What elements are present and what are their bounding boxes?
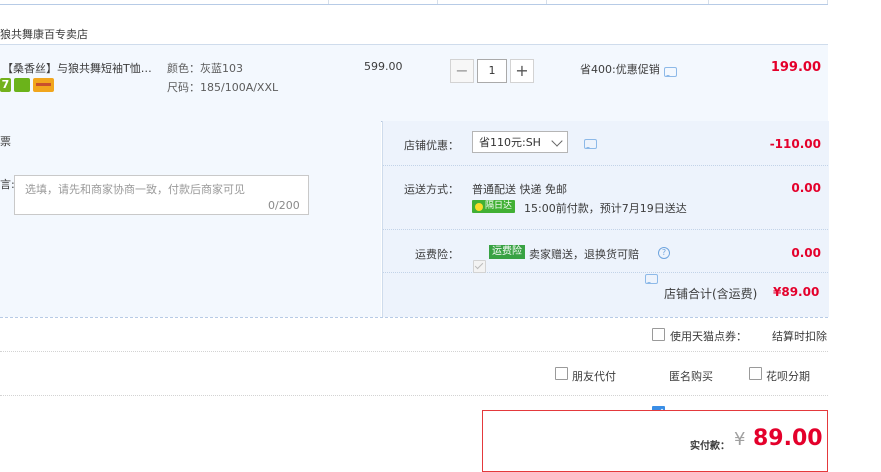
insurance-text: 卖家赠送，退换货可赔 [529, 248, 639, 261]
shipping-label: 运送方式： [404, 183, 459, 196]
store-name[interactable]: 狼共舞康百专卖店 [0, 26, 88, 42]
order-item-row [0, 44, 828, 122]
item-title[interactable]: 【桑香丝】与狼共舞短袖T恤男... [2, 60, 160, 76]
store-discount-value: 省110元:SH [479, 136, 541, 149]
huabei-label: 花呗分期 [766, 370, 810, 383]
message-label: 言: [0, 178, 15, 191]
store-total-value: ¥89.00 [773, 285, 820, 299]
credit-card-icon[interactable] [33, 78, 54, 92]
message-placeholder: 选填，请先和商家协商一致，付款后商家可见 [25, 183, 245, 196]
chat-icon[interactable] [645, 274, 658, 284]
divider [0, 395, 828, 396]
store-discount-select[interactable]: 省110元:SH [472, 131, 568, 153]
lightning-icon [475, 202, 483, 211]
store-total-label: 店铺合计(含运费) [664, 287, 758, 301]
shipping-methods: 普通配送 快递 免邮 [472, 183, 567, 196]
message-counter: 0/200 [268, 199, 300, 212]
quantity-stepper: − 1 + [450, 59, 534, 83]
friend-pay-checkbox[interactable] [555, 367, 568, 380]
qty-plus-button[interactable]: + [510, 59, 534, 83]
qty-minus-button[interactable]: − [450, 59, 474, 83]
insurance-checkbox[interactable] [473, 260, 486, 273]
divider [383, 272, 828, 273]
insurance-amount: 0.00 [791, 246, 821, 260]
store-discount-amount: -110.00 [769, 137, 821, 151]
column-header-strip [0, 0, 828, 5]
invoice-label: 票 [0, 135, 11, 148]
anonymous-label: 匿名购买 [669, 370, 713, 383]
divider [0, 351, 828, 352]
insurance-badge: 运费险 [489, 245, 525, 259]
divider [383, 165, 828, 166]
chat-icon[interactable] [584, 139, 597, 149]
unit-price: 599.00 [364, 60, 403, 73]
friend-pay-label: 朋友代付 [572, 370, 616, 383]
tmall-points-label: 使用天猫点券： [670, 330, 747, 343]
chevron-down-icon [551, 135, 563, 147]
shipping-eta: 15:00前付款，预计7月19日送达 [524, 202, 687, 215]
settle-deduct-text: 结算时扣除 [772, 330, 827, 343]
promo-text: 省400:优惠促销 [580, 63, 660, 76]
store-discount-label: 店铺优惠： [404, 139, 459, 152]
tmall-points-checkbox[interactable] [652, 328, 665, 341]
sku-color: 颜色：灰蓝103 [167, 62, 243, 75]
payment-label: 实付款： [690, 441, 730, 452]
service-icons: 7 [0, 77, 54, 93]
payment-currency: ¥ [734, 429, 746, 450]
payment-value: 89.00 [753, 426, 823, 451]
item-promo: 省400:优惠促销 [580, 61, 677, 77]
chat-icon[interactable] [663, 67, 677, 77]
order-extras-panel [0, 121, 381, 317]
sku-size: 尺码：185/100A/XXL [167, 81, 279, 94]
item-total: 199.00 [770, 60, 821, 75]
next-day-badge-text: 隔日达 [485, 201, 513, 211]
divider [383, 229, 828, 230]
help-icon[interactable]: ? [658, 247, 670, 259]
guarantee-icon[interactable] [14, 78, 30, 92]
next-day-badge: 隔日达 [472, 200, 516, 213]
insurance-label: 运费险： [415, 248, 459, 261]
shipping-amount: 0.00 [791, 181, 821, 195]
huabei-checkbox[interactable] [749, 367, 762, 380]
seven-day-return-icon[interactable]: 7 [0, 78, 11, 92]
quantity-input[interactable]: 1 [477, 59, 507, 83]
divider [0, 317, 828, 318]
